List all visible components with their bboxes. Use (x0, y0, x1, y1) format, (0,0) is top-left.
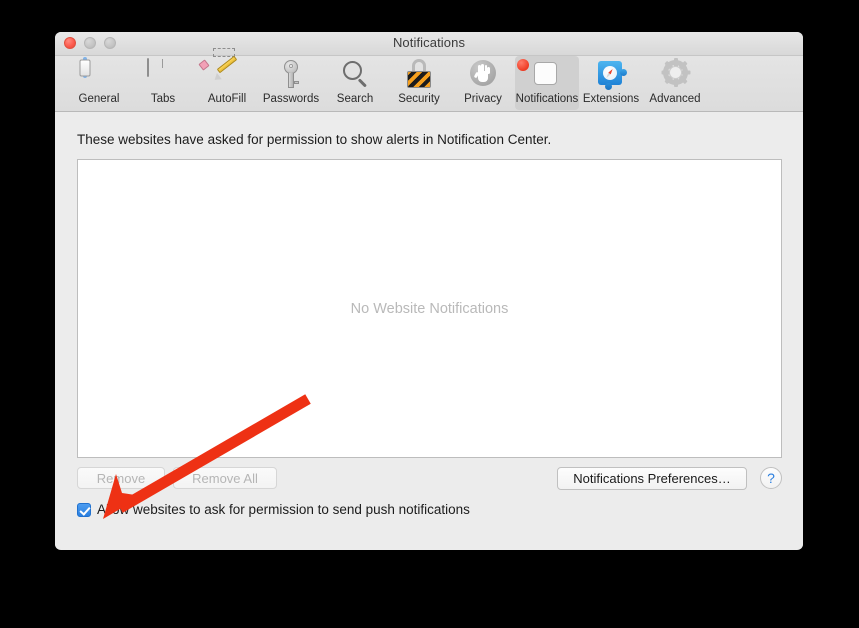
padlock-icon (403, 59, 435, 91)
notification-badge-icon (517, 59, 563, 91)
window-titlebar: Notifications (55, 32, 803, 56)
toolbar-label-privacy: Privacy (464, 93, 502, 105)
general-switch-icon (83, 57, 115, 91)
toolbar-label-autofill: AutoFill (207, 93, 247, 105)
remove-button[interactable]: Remove (77, 467, 165, 489)
toolbar-item-search[interactable]: Search (323, 56, 387, 110)
toolbar-label-search: Search (336, 93, 374, 105)
toolbar-item-passwords[interactable]: Passwords (259, 56, 323, 110)
toolbar-item-general[interactable]: General (67, 56, 131, 110)
toolbar-label-advanced: Advanced (649, 93, 701, 105)
toolbar-item-security[interactable]: Security (387, 56, 451, 110)
toolbar-item-autofill[interactable]: AutoFill (195, 48, 259, 110)
key-icon (275, 59, 307, 91)
toolbar-label-extensions: Extensions (582, 93, 640, 105)
toolbar-item-tabs[interactable]: Tabs (131, 56, 195, 110)
toolbar-label-passwords: Passwords (262, 93, 320, 105)
allow-websites-checkbox[interactable] (77, 502, 91, 517)
empty-list-message: No Website Notifications (350, 300, 509, 317)
toolbar-label-general: General (78, 93, 120, 105)
toolbar-item-advanced[interactable]: Advanced (643, 56, 707, 110)
notifications-preferences-button[interactable]: Notifications Preferences… (557, 467, 747, 490)
toolbar-item-privacy[interactable]: Privacy (451, 56, 515, 110)
safari-preferences-window: Notifications General Tabs AutoFill Pass… (55, 32, 803, 550)
puzzle-compass-icon (595, 59, 627, 91)
toolbar-label-security: Security (398, 93, 440, 105)
allow-websites-checkbox-row[interactable]: Allow websites to ask for permission to … (77, 502, 470, 517)
toolbar-label-tabs: Tabs (150, 93, 176, 105)
window-title: Notifications (392, 35, 466, 50)
tabs-icon (147, 58, 179, 91)
pane-description: These websites have asked for permission… (77, 132, 552, 147)
help-button[interactable]: ? (760, 467, 782, 489)
hand-icon (467, 59, 499, 91)
preferences-toolbar: General Tabs AutoFill Passwords Search S… (55, 48, 803, 112)
autofill-pencil-icon (198, 48, 243, 91)
allow-websites-checkbox-label: Allow websites to ask for permission to … (97, 502, 470, 517)
toolbar-item-notifications[interactable]: Notifications (515, 56, 579, 110)
magnifier-icon (339, 59, 371, 91)
gear-icon (659, 58, 691, 91)
remove-all-button[interactable]: Remove All (173, 467, 277, 489)
desktop-background: Notifications General Tabs AutoFill Pass… (0, 0, 859, 628)
website-notifications-list[interactable]: No Website Notifications (77, 159, 782, 458)
notifications-pane: These websites have asked for permission… (55, 112, 803, 549)
toolbar-item-extensions[interactable]: Extensions (579, 56, 643, 110)
toolbar-label-notifications: Notifications (515, 93, 579, 105)
